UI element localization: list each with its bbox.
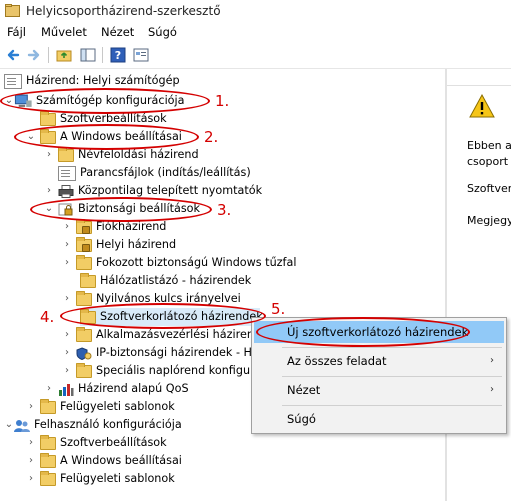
toolbar-separator — [48, 47, 49, 63]
window-title: Helyicsoportházirend-szerkesztő — [26, 4, 221, 18]
locked-folder-icon — [76, 218, 92, 234]
tree-ipsec[interactable]: › IP-biztonsági házirendek - He — [62, 344, 259, 362]
folder-icon — [40, 110, 56, 126]
chevron-right-icon[interactable]: › — [62, 344, 72, 362]
ctx-help[interactable]: Súgó — [254, 408, 504, 430]
annotation-number: 5. — [271, 300, 286, 318]
annotation-ellipse — [14, 124, 199, 150]
chevron-right-icon[interactable]: › — [62, 218, 72, 236]
properties-icon[interactable] — [132, 46, 150, 64]
folder-icon — [40, 452, 56, 468]
back-arrow-icon[interactable] — [4, 46, 22, 64]
svg-text:?: ? — [115, 49, 121, 62]
chevron-right-icon[interactable]: › — [62, 236, 72, 254]
submenu-arrow-icon: › — [490, 384, 494, 395]
tree-user-config[interactable]: ⌄ Felhasználó konfigurációja — [4, 416, 182, 434]
forward-arrow-icon[interactable] — [25, 46, 43, 64]
printer-icon — [58, 184, 74, 198]
ipsec-shield-icon — [76, 346, 92, 360]
chevron-right-icon[interactable]: › — [26, 398, 36, 416]
scripts-icon — [58, 165, 76, 181]
details-text-line: Ebben a — [467, 139, 511, 152]
details-text-line: csoport — [467, 155, 509, 168]
chevron-right-icon[interactable]: › — [44, 146, 54, 164]
folder-icon — [40, 398, 56, 414]
policy-editor-icon — [5, 4, 20, 17]
details-pane: Ebben a csoport Szoftverk Megjegy — [447, 69, 511, 501]
folder-icon — [76, 290, 92, 306]
policy-document-icon — [4, 73, 22, 89]
tree-audit[interactable]: › Speciális naplórend konfigur — [62, 362, 255, 380]
tree-scripts[interactable]: Parancsfájlok (indítás/leállítás) — [58, 164, 251, 182]
locked-folder-icon — [76, 236, 92, 252]
chevron-right-icon[interactable]: › — [26, 434, 36, 452]
chevron-right-icon[interactable]: › — [62, 326, 72, 344]
warning-icon — [469, 94, 495, 118]
menu-separator — [282, 405, 502, 406]
annotation-ellipse — [256, 317, 470, 347]
show-hide-tree-icon[interactable] — [79, 46, 97, 64]
folder-icon — [40, 470, 56, 486]
folder-icon — [76, 254, 92, 270]
users-icon — [14, 419, 30, 432]
tree-local-policies[interactable]: › Helyi házirend — [62, 236, 176, 254]
ctx-view[interactable]: Nézet › — [254, 379, 504, 401]
menu-view[interactable]: Nézet — [101, 25, 134, 39]
help-icon[interactable]: ? — [109, 46, 127, 64]
tree-user-windows[interactable]: › A Windows beállításai — [26, 452, 182, 470]
annotation-number: 2. — [204, 128, 219, 146]
menu-file[interactable]: Fájl — [7, 25, 26, 39]
toolbar: ? — [0, 42, 511, 69]
tree-admin-templates[interactable]: › Felügyeleti sablonok — [26, 398, 175, 416]
bar-chart-icon — [59, 383, 74, 396]
menu-bar: Fájl Művelet Nézet Súgó — [0, 22, 511, 42]
folder-icon — [76, 362, 92, 378]
menu-separator — [282, 347, 502, 348]
tree-qos[interactable]: › Házirend alapú QoS — [44, 380, 189, 398]
annotation-ellipse — [30, 197, 212, 222]
details-header — [447, 69, 511, 86]
annotation-number: 4. — [40, 308, 55, 326]
annotation-ellipse — [60, 303, 266, 329]
chevron-right-icon[interactable]: › — [62, 290, 72, 308]
details-text-line: Megjegy — [467, 214, 511, 227]
chevron-right-icon[interactable]: › — [62, 362, 72, 380]
toolbar-separator — [102, 47, 103, 63]
details-text-line: Szoftverk — [467, 182, 511, 195]
up-folder-icon[interactable] — [55, 46, 73, 64]
chevron-right-icon[interactable]: › — [26, 470, 36, 488]
title-bar: Helyicsoportházirend-szerkesztő — [0, 0, 511, 22]
annotation-number: 1. — [215, 92, 230, 110]
menu-help[interactable]: Súgó — [148, 25, 177, 39]
tree-user-software[interactable]: › Szoftverbeállítások — [26, 434, 167, 452]
annotation-ellipse — [0, 88, 210, 114]
folder-icon — [80, 272, 96, 288]
folder-icon — [40, 434, 56, 450]
chevron-down-icon[interactable]: ⌄ — [4, 416, 14, 434]
menu-separator — [282, 376, 502, 377]
chevron-right-icon[interactable]: › — [44, 182, 54, 200]
folder-icon — [58, 146, 74, 162]
submenu-arrow-icon: › — [490, 355, 494, 366]
tree-user-admin-templates[interactable]: › Felügyeleti sablonok — [26, 470, 175, 488]
chevron-right-icon[interactable]: › — [62, 254, 72, 272]
chevron-right-icon[interactable]: › — [26, 452, 36, 470]
menu-action[interactable]: Művelet — [41, 25, 87, 39]
chevron-right-icon[interactable]: › — [44, 380, 54, 398]
tree-network-list[interactable]: Hálózatlistázó - házirendek — [80, 272, 251, 290]
tree-firewall[interactable]: › Fokozott biztonságú Windows tűzfal — [62, 254, 296, 272]
annotation-number: 3. — [217, 201, 232, 219]
ctx-all-tasks[interactable]: Az összes feladat › — [254, 350, 504, 372]
folder-icon — [76, 326, 92, 342]
